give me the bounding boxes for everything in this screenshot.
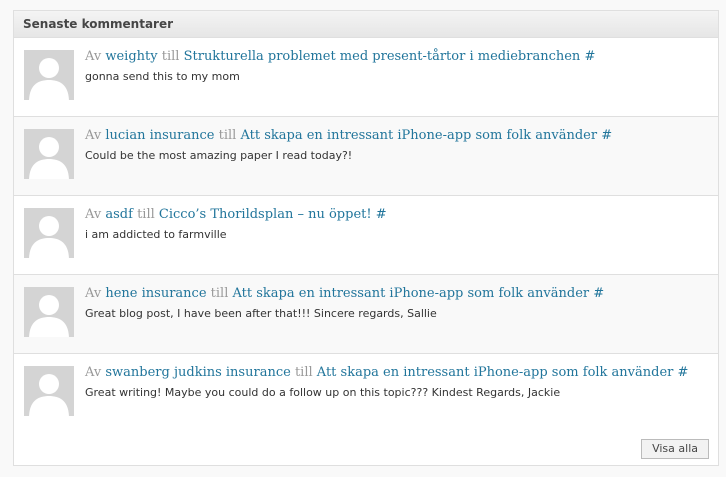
comment-item: Av hene insurance till Att skapa en intr…	[14, 275, 718, 354]
comment-item: Av lucian insurance till Att skapa en in…	[14, 117, 718, 196]
comment-text: Could be the most amazing paper I read t…	[85, 149, 353, 162]
comment-meta: Av asdf till Cicco’s Thorildsplan – nu ö…	[85, 206, 708, 224]
comment-text: Great writing! Maybe you could do a foll…	[85, 386, 561, 399]
widget-title: Senaste kommentarer	[14, 11, 718, 38]
to-word: till	[161, 49, 180, 64]
by-word: Av	[85, 128, 102, 143]
avatar	[24, 129, 74, 179]
post-title-link[interactable]: Cicco’s Thorildsplan – nu öppet!	[159, 207, 372, 222]
comment-author-link[interactable]: hene insurance	[105, 286, 206, 301]
comment-meta: Av lucian insurance till Att skapa en in…	[85, 127, 708, 145]
comment-permalink[interactable]: #	[584, 49, 595, 64]
comment-text: gonna send this to my mom	[85, 70, 240, 83]
avatar	[24, 50, 74, 100]
post-title-link[interactable]: Att skapa en intressant iPhone-app som f…	[317, 365, 674, 380]
comment-permalink[interactable]: #	[678, 365, 689, 380]
comment-author-link[interactable]: asdf	[105, 207, 133, 222]
comment-item: Av swanberg judkins insurance till Att s…	[14, 354, 718, 433]
comment-meta: Av swanberg judkins insurance till Att s…	[85, 364, 708, 382]
comment-permalink[interactable]: #	[376, 207, 387, 222]
post-title-link[interactable]: Att skapa en intressant iPhone-app som f…	[240, 128, 597, 143]
comment-text: Great blog post, I have been after that!…	[85, 307, 437, 320]
comment-author-link[interactable]: lucian insurance	[105, 128, 214, 143]
view-all-button[interactable]: Visa alla	[641, 439, 709, 459]
comment-meta: Av hene insurance till Att skapa en intr…	[85, 285, 708, 303]
post-title-link[interactable]: Att skapa en intressant iPhone-app som f…	[233, 286, 590, 301]
comment-meta: Av weighty till Strukturella problemet m…	[85, 48, 708, 66]
comment-item: Av asdf till Cicco’s Thorildsplan – nu ö…	[14, 196, 718, 275]
recent-comments-widget: Senaste kommentarer Av weighty till Stru…	[13, 10, 719, 466]
to-word: till	[137, 207, 155, 222]
comment-text: i am addicted to farmville	[85, 228, 227, 241]
post-title-link[interactable]: Strukturella problemet med present-tårto…	[184, 49, 581, 64]
comment-permalink[interactable]: #	[601, 128, 612, 143]
comment-permalink[interactable]: #	[593, 286, 604, 301]
avatar	[24, 208, 74, 258]
to-word: till	[294, 365, 313, 380]
by-word: Av	[85, 207, 102, 222]
avatar	[24, 287, 74, 337]
comment-author-link[interactable]: weighty	[105, 49, 157, 64]
to-word: till	[210, 286, 229, 301]
comment-item: Av weighty till Strukturella problemet m…	[14, 38, 718, 117]
by-word: Av	[85, 286, 102, 301]
comment-author-link[interactable]: swanberg judkins insurance	[105, 365, 290, 380]
by-word: Av	[85, 365, 102, 380]
by-word: Av	[85, 49, 102, 64]
avatar	[24, 366, 74, 416]
to-word: till	[218, 128, 237, 143]
